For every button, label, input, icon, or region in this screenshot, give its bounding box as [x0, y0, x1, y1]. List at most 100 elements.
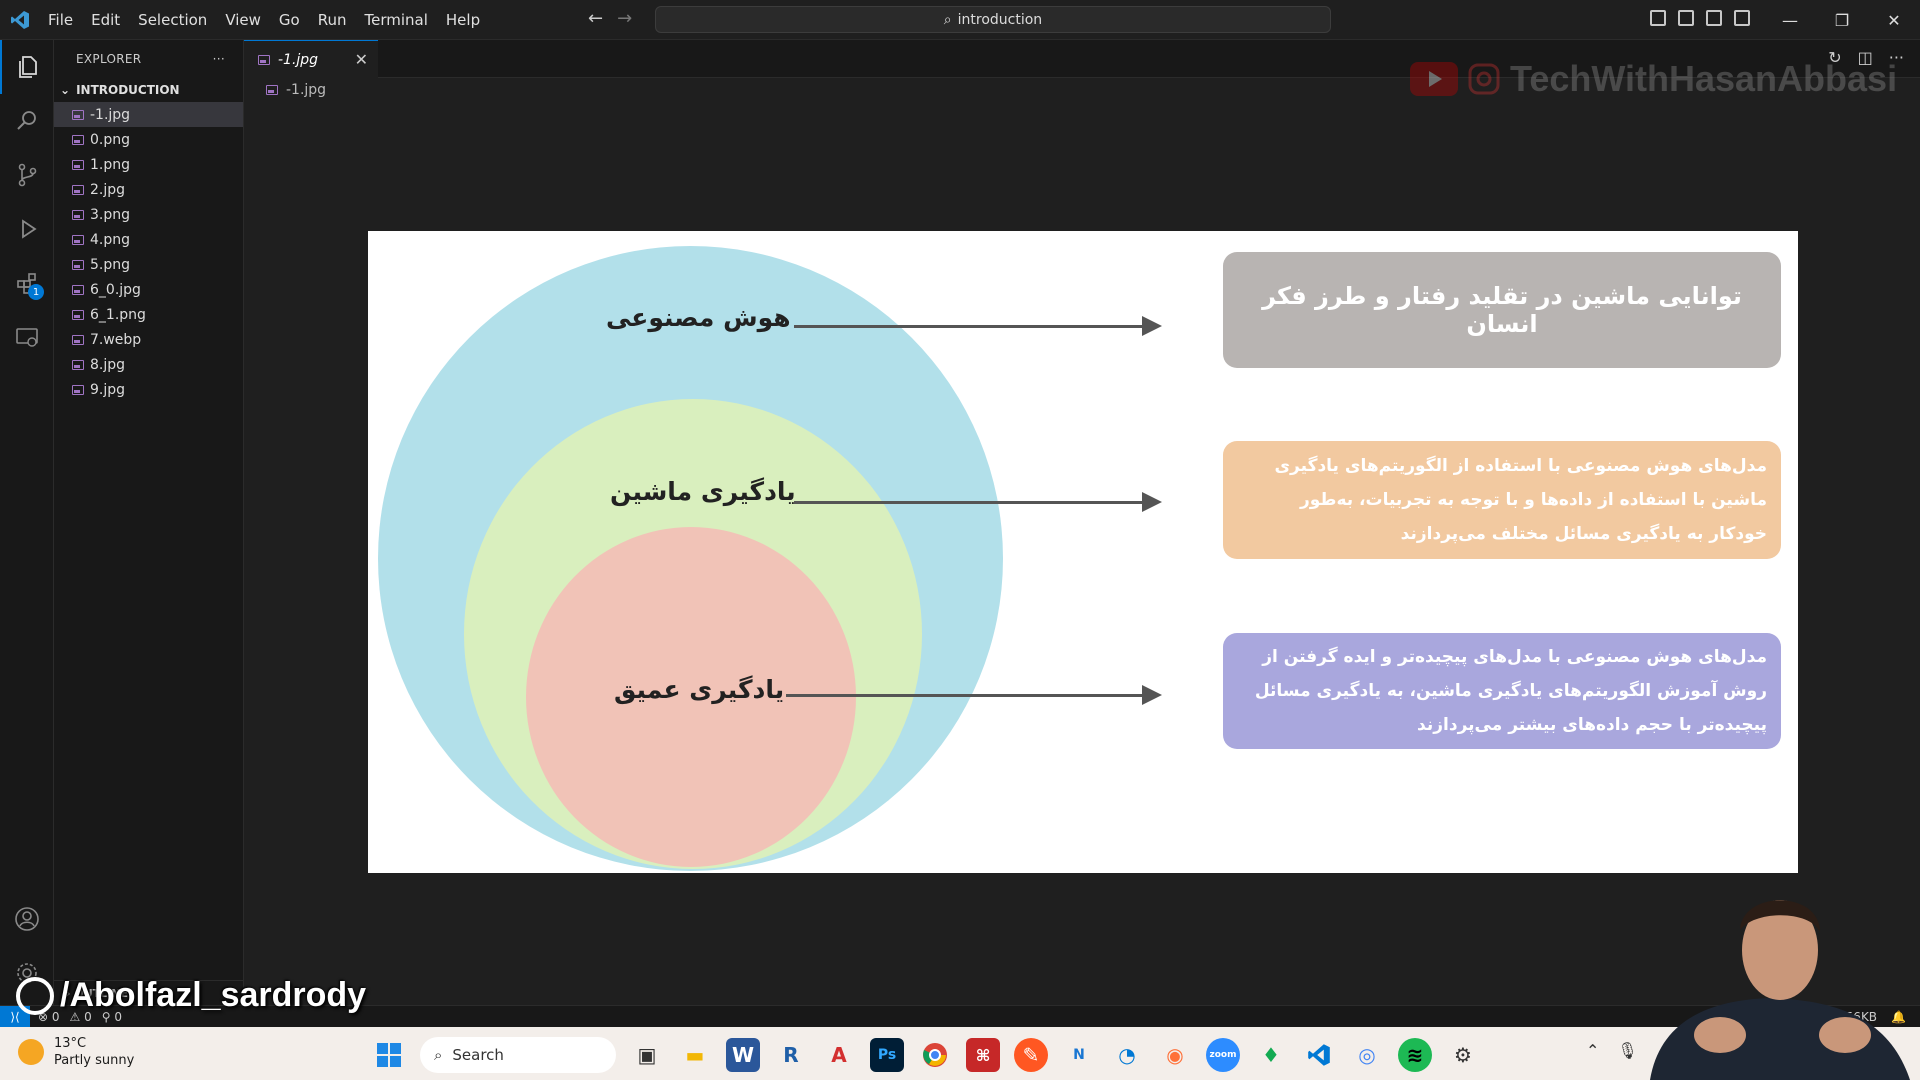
search-activity-icon[interactable] [0, 94, 54, 148]
command-center[interactable]: ⌕ introduction [655, 6, 1331, 33]
image-file-icon [72, 134, 84, 145]
file-item[interactable]: 8.jpg [54, 352, 243, 377]
extensions-badge: 1 [28, 284, 44, 300]
menu-bar: File Edit Selection View Go Run Terminal… [40, 5, 488, 35]
run-debug-icon[interactable] [0, 202, 54, 256]
file-explorer-icon[interactable]: ▬ [678, 1038, 712, 1072]
menu-view[interactable]: View [217, 5, 269, 35]
chrome-profile-icon[interactable]: ◎ [1350, 1038, 1384, 1072]
channel-watermark: TechWithHasanAbbasi [1410, 58, 1897, 100]
image-file-icon [72, 334, 84, 345]
menu-edit[interactable]: Edit [83, 5, 128, 35]
windows-start-icon[interactable] [372, 1038, 406, 1072]
file-item[interactable]: 2.jpg [54, 177, 243, 202]
close-window-button[interactable]: ✕ [1868, 0, 1920, 40]
app-tray-icon[interactable]: ⚙ [1446, 1038, 1480, 1072]
close-icon[interactable]: ✕ [355, 50, 368, 69]
folder-introduction[interactable]: ⌄ INTRODUCTION [54, 78, 243, 102]
breadcrumb-file[interactable]: -1.jpg [286, 82, 326, 98]
file-label: 6_1.png [90, 306, 146, 323]
file-item[interactable]: 0.png [54, 127, 243, 152]
app-icon[interactable]: N [1062, 1038, 1096, 1072]
word-icon[interactable]: W [726, 1038, 760, 1072]
vscode-logo-icon [0, 0, 40, 40]
maximize-button[interactable]: ❐ [1816, 0, 1868, 40]
minimize-button[interactable]: — [1764, 0, 1816, 40]
acrobat-icon[interactable]: A [822, 1038, 856, 1072]
image-file-icon [72, 284, 84, 295]
taskbar-apps: ⌕ Search ▣ ▬ W R A Ps ⌘ ✎ N ◔ ◉ zoom ♦ ◎… [372, 1037, 1480, 1073]
file-label: 9.jpg [90, 381, 126, 398]
more-actions-icon[interactable]: ··· [213, 52, 225, 66]
extensions-icon[interactable]: 1 [0, 256, 54, 310]
explorer-title: EXPLORER [76, 52, 142, 66]
image-file-icon [72, 209, 84, 220]
chrome-icon[interactable] [918, 1038, 952, 1072]
pen-app-icon[interactable]: ✎ [1014, 1038, 1048, 1072]
weather-widget[interactable]: 13°C Partly sunny [18, 1035, 134, 1069]
ai-definition-box: توانایی ماشین در تقلید رفتار و طرز فکر ا… [1223, 252, 1781, 368]
vscode-taskbar-icon[interactable] [1302, 1038, 1336, 1072]
menu-file[interactable]: File [40, 5, 81, 35]
image-preview: هوش مصنوعی یادگیری ماشین یادگیری عمیق تو… [368, 231, 1798, 873]
file-item[interactable]: 1.png [54, 152, 243, 177]
watermark-text: TechWithHasanAbbasi [1510, 58, 1898, 99]
pdf-reader-icon[interactable]: ⌘ [966, 1038, 1000, 1072]
tab-label: -1.jpg [278, 51, 319, 68]
file-label: 2.jpg [90, 181, 126, 198]
menu-selection[interactable]: Selection [130, 5, 215, 35]
toggle-primary-sidebar-icon[interactable] [1650, 10, 1666, 26]
dl-definition-box: مدل‌های هوش مصنوعی با مدل‌های پیچیده‌تر … [1223, 633, 1781, 749]
file-label: -1.jpg [90, 106, 131, 123]
image-file-icon [72, 159, 84, 170]
file-label: 1.png [90, 156, 131, 173]
menu-go[interactable]: Go [271, 5, 308, 35]
explorer-icon[interactable] [0, 40, 54, 94]
creator-handle: /Abolfazl_sardrody [60, 976, 367, 1014]
file-label: 3.png [90, 206, 131, 223]
file-item[interactable]: 4.png [54, 227, 243, 252]
remote-explorer-icon[interactable] [0, 310, 54, 364]
file-item[interactable]: 6_0.jpg [54, 277, 243, 302]
forward-arrow-icon[interactable]: → [617, 8, 632, 29]
ai-definition-text: توانایی ماشین در تقلید رفتار و طرز فکر ا… [1262, 282, 1742, 338]
dl-label: یادگیری عمیق [614, 675, 785, 704]
accounts-icon[interactable] [0, 892, 54, 946]
file-item[interactable]: 9.jpg [54, 377, 243, 402]
mongodb-icon[interactable]: ♦ [1254, 1038, 1288, 1072]
menu-run[interactable]: Run [310, 5, 355, 35]
image-file-icon [266, 85, 278, 95]
firefox-icon[interactable]: ◉ [1158, 1038, 1192, 1072]
presenter-webcam [1650, 900, 1910, 1080]
image-file-icon [72, 359, 84, 370]
file-item[interactable]: 3.png [54, 202, 243, 227]
menu-terminal[interactable]: Terminal [357, 5, 436, 35]
image-file-icon [72, 259, 84, 270]
source-control-icon[interactable] [0, 148, 54, 202]
file-item[interactable]: -1.jpg [54, 102, 243, 127]
r-app-icon[interactable]: R [774, 1038, 808, 1072]
chevron-up-icon[interactable]: ⌃ [1586, 1041, 1599, 1060]
ml-label: یادگیری ماشین [610, 477, 796, 506]
window-controls: — ❐ ✕ [1764, 0, 1920, 40]
customize-layout-icon[interactable] [1734, 10, 1750, 26]
taskbar-search[interactable]: ⌕ Search [420, 1037, 616, 1073]
menu-help[interactable]: Help [438, 5, 488, 35]
spotify-icon[interactable]: ≋ [1398, 1038, 1432, 1072]
file-item[interactable]: 5.png [54, 252, 243, 277]
task-view-icon[interactable]: ▣ [630, 1038, 664, 1072]
toggle-panel-icon[interactable] [1678, 10, 1694, 26]
photoshop-icon[interactable]: Ps [870, 1038, 904, 1072]
ml-definition-box: مدل‌های هوش مصنوعی با استفاده از الگوریت… [1223, 441, 1781, 559]
tab-image[interactable]: -1.jpg ✕ [244, 40, 378, 78]
image-file-icon [72, 234, 84, 245]
explorer-sidebar: EXPLORER ··· ⌄ INTRODUCTION -1.jpg 0.png… [54, 40, 244, 1008]
file-item[interactable]: 7.webp [54, 327, 243, 352]
zoom-icon[interactable]: zoom [1206, 1038, 1240, 1072]
back-arrow-icon[interactable]: ← [588, 8, 603, 29]
image-file-icon [72, 184, 84, 195]
partly-sunny-icon [18, 1039, 44, 1065]
toggle-secondary-sidebar-icon[interactable] [1706, 10, 1722, 26]
edge-icon[interactable]: ◔ [1110, 1038, 1144, 1072]
file-item[interactable]: 6_1.png [54, 302, 243, 327]
